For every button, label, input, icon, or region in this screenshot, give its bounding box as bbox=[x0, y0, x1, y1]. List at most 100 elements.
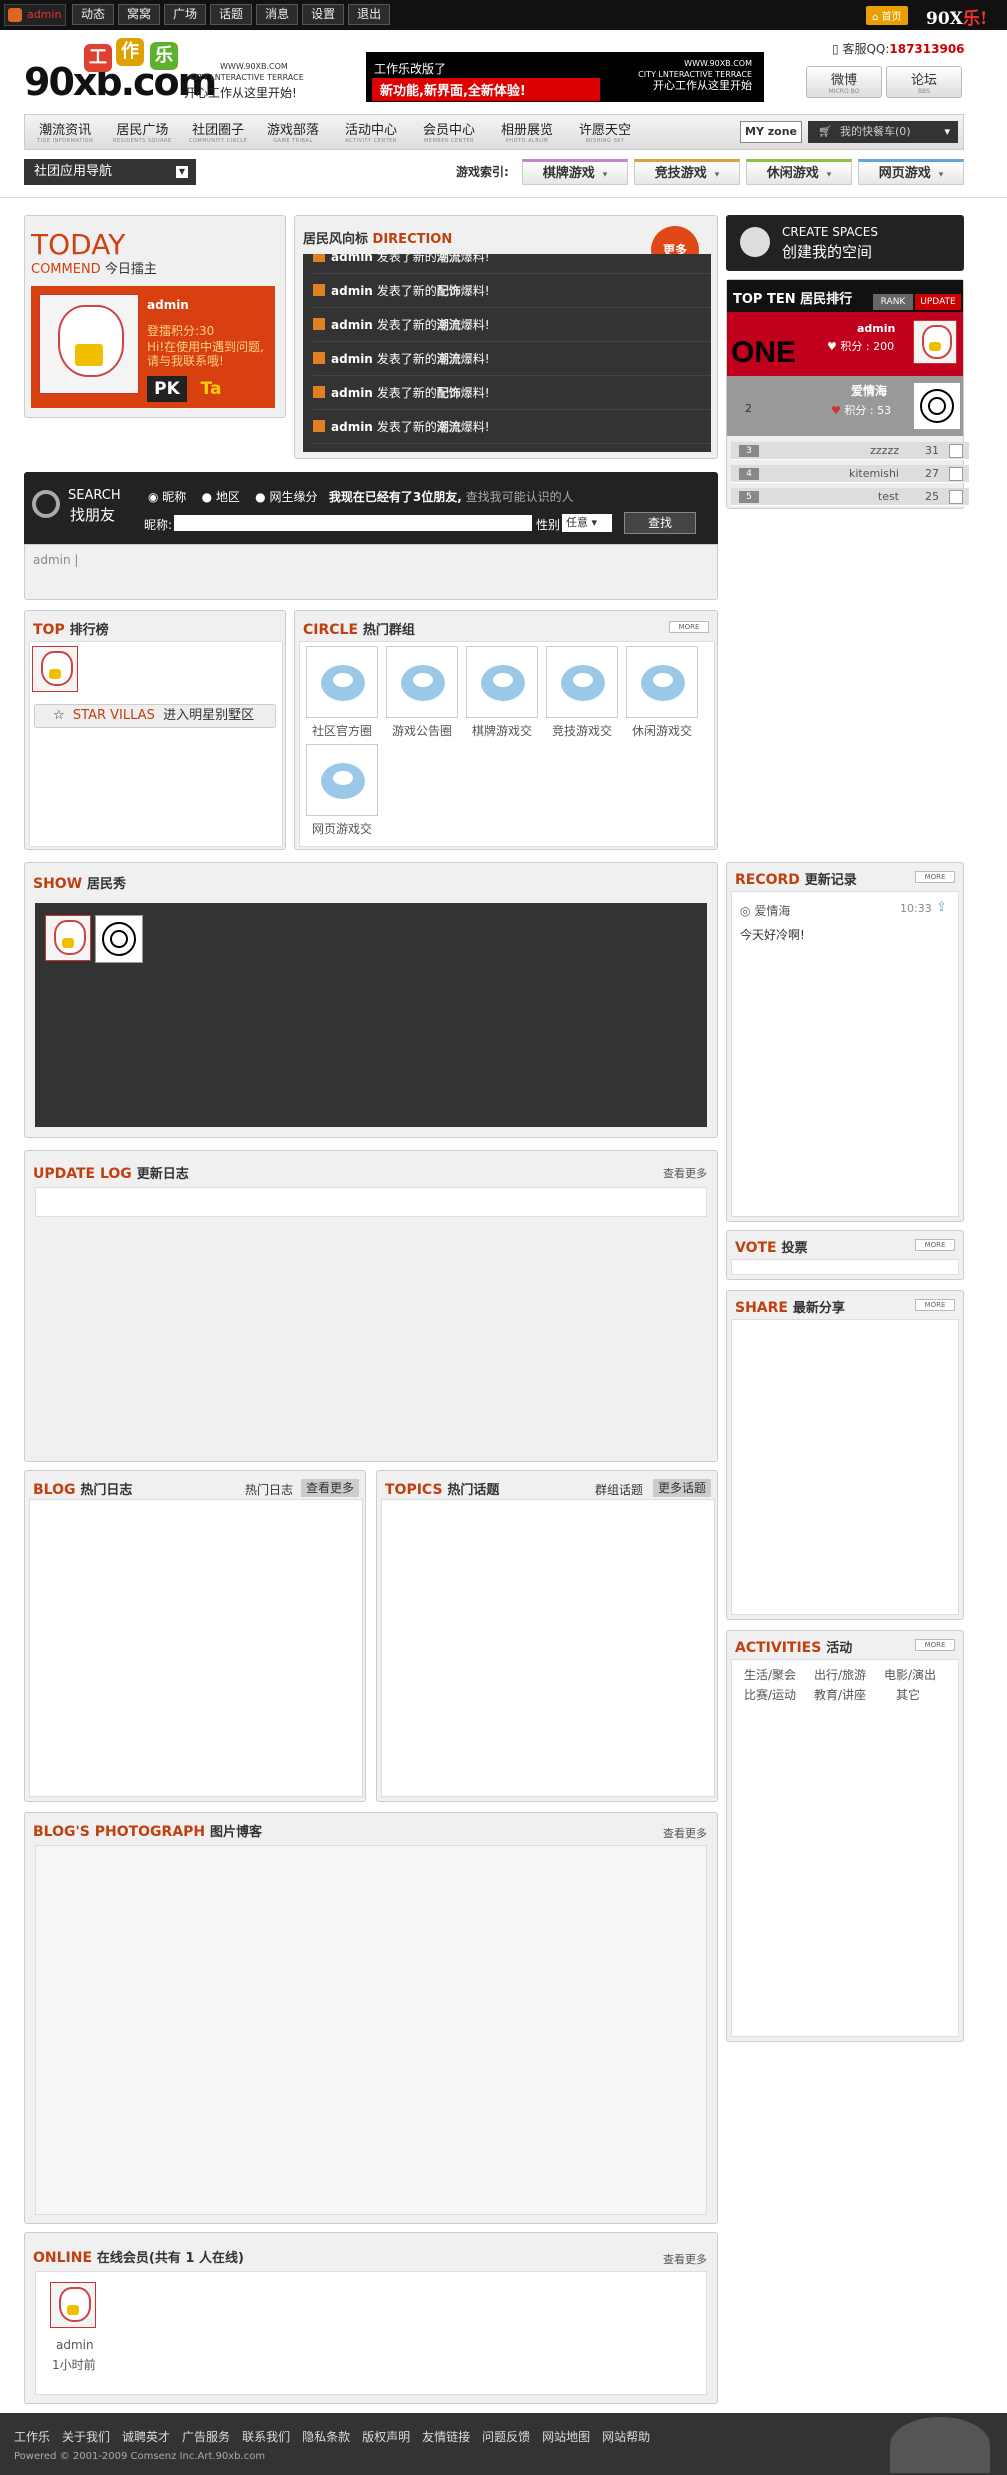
share-icon[interactable]: ⇪ bbox=[936, 900, 947, 915]
top-nav-dynamic[interactable]: 动态 bbox=[72, 4, 115, 25]
online-user[interactable]: admin bbox=[56, 2338, 94, 2352]
topics-tab-group[interactable]: 群组话题 bbox=[595, 1481, 643, 1498]
top-nav-nest[interactable]: 窝窝 bbox=[118, 4, 161, 25]
top-nav-settings[interactable]: 设置 bbox=[302, 4, 345, 25]
online-avatar[interactable] bbox=[50, 2282, 96, 2328]
group-label[interactable]: 棋牌游戏交 bbox=[462, 722, 542, 739]
game-casual[interactable]: 休闲游戏 bbox=[746, 159, 852, 185]
game-competitive[interactable]: 竞技游戏 bbox=[634, 159, 740, 185]
site-logo[interactable]: 90xb.com 工 作 乐 WWW.90XB.COM CITY LNTERAC… bbox=[24, 38, 314, 106]
today-user[interactable]: admin bbox=[147, 298, 189, 312]
record-user[interactable]: ◎ 爱情海 bbox=[740, 902, 790, 919]
footer-link[interactable]: 广告服务 bbox=[182, 2428, 230, 2445]
nav-community-circle[interactable]: 社团圈子 COMMUNITY CIRCLE bbox=[189, 119, 247, 144]
show-avatar[interactable] bbox=[45, 915, 91, 961]
topics-tab-more[interactable]: 更多话题 bbox=[653, 1479, 711, 1497]
group-label[interactable]: 网页游戏交 bbox=[302, 820, 382, 837]
blog-tab-hot[interactable]: 热门日志 bbox=[245, 1481, 293, 1498]
group-icon[interactable] bbox=[386, 646, 458, 718]
group-label[interactable]: 竞技游戏交 bbox=[542, 722, 622, 739]
direction-row[interactable]: admin 发表了新的潮流爆料! bbox=[313, 254, 711, 274]
circle-more-button[interactable]: MORE bbox=[669, 621, 709, 633]
top-nav-messages[interactable]: 消息 bbox=[256, 4, 299, 25]
sex-select[interactable]: 任意 ▾ bbox=[562, 514, 612, 532]
direction-row[interactable]: admin 发表了新的潮流爆料! bbox=[313, 308, 711, 342]
footer-link[interactable]: 问题反馈 bbox=[482, 2428, 530, 2445]
top-nav-square[interactable]: 广场 bbox=[164, 4, 207, 25]
group-icon[interactable] bbox=[306, 744, 378, 816]
blog-tab-more[interactable]: 查看更多 bbox=[301, 1479, 359, 1497]
nav-activity-center[interactable]: 活动中心 ACTIVITY CENTER bbox=[345, 119, 397, 144]
activity-type[interactable]: 其它 bbox=[896, 1686, 920, 1703]
search-input[interactable] bbox=[174, 515, 532, 531]
group-icon[interactable] bbox=[626, 646, 698, 718]
footer-link[interactable]: 工作乐 bbox=[14, 2428, 50, 2445]
nav-photo-album[interactable]: 相册展览 PHOTO ALBUM bbox=[501, 119, 553, 144]
activity-type[interactable]: 出行/旅游 bbox=[814, 1666, 866, 1683]
group-label[interactable]: 游戏公告圈 bbox=[382, 722, 462, 739]
create-space-button[interactable]: CREATE SPACES 创建我的空间 bbox=[726, 215, 964, 271]
home-button[interactable]: ⌂ 首页 bbox=[866, 6, 908, 25]
activity-type[interactable]: 生活/聚会 bbox=[744, 1666, 796, 1683]
brand-logo[interactable]: 90X乐! bbox=[926, 4, 987, 29]
direction-row[interactable]: admin 发表了新的配饰爆料! bbox=[313, 376, 711, 410]
top-nav-topics[interactable]: 话题 bbox=[210, 4, 253, 25]
activity-type[interactable]: 电影/演出 bbox=[884, 1666, 936, 1683]
footer-link[interactable]: 关于我们 bbox=[62, 2428, 110, 2445]
vote-more-button[interactable]: MORE bbox=[915, 1239, 955, 1251]
activity-type[interactable]: 比赛/运动 bbox=[744, 1686, 796, 1703]
record-more-button[interactable]: MORE bbox=[915, 871, 955, 883]
second-avatar[interactable] bbox=[913, 382, 961, 430]
footer-link[interactable]: 友情链接 bbox=[422, 2428, 470, 2445]
rank-row[interactable]: 5 test 25 bbox=[731, 488, 969, 506]
nav-game-tribal[interactable]: 游戏部落 GAME TRIBAL bbox=[267, 119, 319, 144]
app-nav-dropdown[interactable]: 社团应用导航 ▼ bbox=[24, 159, 196, 185]
footer-link[interactable]: 版权声明 bbox=[362, 2428, 410, 2445]
footer-link[interactable]: 网站帮助 bbox=[602, 2428, 650, 2445]
nav-wishing-sky[interactable]: 许愿天空 WISHING SKY bbox=[579, 119, 631, 144]
direction-row[interactable]: admin 发表了新的配饰爆料! bbox=[313, 274, 711, 308]
search-results-user[interactable]: admin | bbox=[33, 553, 78, 567]
radio-nickname[interactable]: ◉ 昵称 bbox=[148, 490, 186, 504]
group-icon[interactable] bbox=[546, 646, 618, 718]
radio-region[interactable]: ● 地区 bbox=[202, 490, 240, 504]
photo-more-link[interactable]: 查看更多 bbox=[663, 1825, 707, 1841]
rank-row[interactable]: 4 kitemishi 27 bbox=[731, 465, 969, 483]
bbs-button[interactable]: 论坛 BBS bbox=[886, 66, 962, 98]
footer-link[interactable]: 诚聘英才 bbox=[122, 2428, 170, 2445]
today-avatar[interactable] bbox=[39, 294, 139, 394]
cart-button[interactable]: 🛒︎ 我的快餐车(0) ▾ bbox=[808, 121, 958, 143]
top-nav-logout[interactable]: 退出 bbox=[348, 4, 391, 25]
nav-residents-square[interactable]: 居民广场 RESIDENTS SQUARE bbox=[113, 119, 172, 144]
footer-link[interactable]: 联系我们 bbox=[242, 2428, 290, 2445]
nav-tide-info[interactable]: 潮流资讯 TIDE INFORMATION bbox=[37, 119, 93, 144]
my-zone-button[interactable]: MY zone bbox=[740, 121, 802, 143]
nav-member-center[interactable]: 会员中心 MEMBER CENTER bbox=[423, 119, 475, 144]
footer-link[interactable]: 隐私条款 bbox=[302, 2428, 350, 2445]
rank-avatar[interactable] bbox=[32, 646, 78, 692]
header-banner[interactable]: 工作乐改版了 新功能,新界面,全新体验! WWW.90XB.COM CITY LN… bbox=[366, 52, 764, 102]
group-icon[interactable] bbox=[466, 646, 538, 718]
star-villas-button[interactable]: ☆ STAR VILLAS 进入明星别墅区 bbox=[34, 704, 276, 728]
rank-row[interactable]: 3 zzzzz 31 bbox=[731, 442, 969, 460]
pk-button[interactable]: PK bbox=[147, 376, 187, 402]
first-avatar[interactable] bbox=[913, 320, 957, 364]
radio-fate[interactable]: ● 网生缘分 bbox=[255, 490, 317, 504]
footer-link[interactable]: 网站地图 bbox=[542, 2428, 590, 2445]
direction-row[interactable]: admin 发表了新的潮流爆料! bbox=[313, 410, 711, 444]
find-known-link[interactable]: 查找我可能认识的人 bbox=[466, 490, 574, 504]
game-web[interactable]: 网页游戏 bbox=[858, 159, 964, 185]
tab-update[interactable]: UPDATE bbox=[915, 294, 961, 310]
first-user[interactable]: admin bbox=[857, 322, 895, 335]
micro-blog-button[interactable]: 微博 MICRO BO bbox=[806, 66, 882, 98]
activities-more-button[interactable]: MORE bbox=[915, 1639, 955, 1651]
updatelog-more-link[interactable]: 查看更多 bbox=[663, 1165, 707, 1181]
activity-type[interactable]: 教育/讲座 bbox=[814, 1686, 866, 1703]
group-label[interactable]: 休闲游戏交 bbox=[622, 722, 702, 739]
ta-button[interactable]: Ta bbox=[191, 376, 231, 402]
tab-rank[interactable]: RANK bbox=[873, 294, 913, 310]
show-avatar[interactable] bbox=[95, 915, 143, 963]
group-icon[interactable] bbox=[306, 646, 378, 718]
share-more-button[interactable]: MORE bbox=[915, 1299, 955, 1311]
search-button[interactable]: 查找 bbox=[624, 512, 696, 534]
